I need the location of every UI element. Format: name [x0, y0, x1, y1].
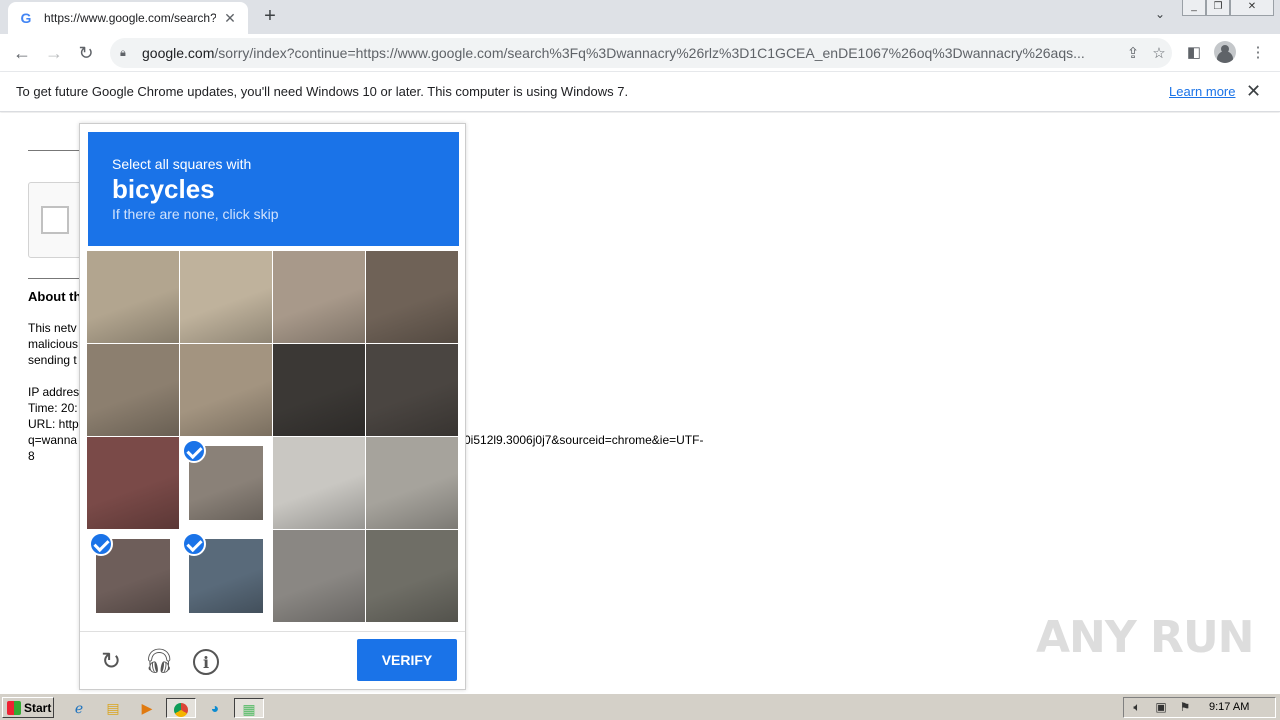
tile-image [87, 437, 179, 529]
tile-image [87, 344, 179, 436]
selected-check-icon [182, 439, 206, 463]
tile-image [87, 251, 179, 343]
tile-image [180, 251, 272, 343]
new-tab-button[interactable]: + [258, 5, 282, 29]
image-tile[interactable] [87, 251, 179, 343]
image-tile[interactable] [366, 437, 458, 529]
challenge-header: Select all squares with bicycles If ther… [88, 132, 459, 246]
url-line-end: 8 [28, 449, 35, 463]
profile-icon[interactable] [1214, 41, 1236, 63]
ip-address-line: IP addres [28, 385, 80, 399]
image-tile[interactable] [366, 251, 458, 343]
window-controls: _ ❐ ✕ [1182, 0, 1274, 16]
image-tile[interactable] [273, 251, 365, 343]
menu-icon[interactable]: ⋮ [1246, 41, 1270, 65]
audio-challenge-icon[interactable]: 🎧︎ [144, 648, 174, 676]
clock: 9:17 AM [1209, 701, 1250, 713]
challenge-footer: ↻ 🎧︎ i VERIFY [80, 631, 465, 689]
address-bar[interactable]: 🔒︎ google.com/sorry/index?continue=https… [110, 38, 1172, 68]
image-tile[interactable] [273, 437, 365, 529]
windows-flag-icon [7, 700, 21, 715]
tile-image [273, 530, 365, 622]
app-taskbar-icon[interactable]: ▦ [234, 698, 264, 718]
tile-image [366, 344, 458, 436]
image-tile[interactable] [273, 344, 365, 436]
challenge-prompt: Select all squares with [112, 156, 252, 172]
tile-image [273, 344, 365, 436]
image-tile[interactable] [87, 530, 179, 622]
image-tile[interactable] [366, 344, 458, 436]
lock-icon[interactable]: 🔒︎ [120, 47, 134, 60]
tab-strip: G https://www.google.com/search?q= ✕ + ⌄… [0, 0, 1280, 34]
star-icon[interactable]: ☆ [1146, 44, 1172, 62]
chrome-taskbar-icon[interactable] [166, 698, 196, 718]
selected-check-icon [182, 532, 206, 556]
image-tile[interactable] [87, 437, 179, 529]
minimize-icon[interactable]: _ [1182, 0, 1206, 16]
internet-explorer-icon[interactable]: ℯ [68, 698, 90, 718]
tab-search-chevron-icon[interactable]: ⌄ [1150, 7, 1170, 27]
address-url[interactable]: google.com/sorry/index?continue=https://… [142, 45, 1120, 61]
time-line: Time: 20: [28, 401, 78, 415]
image-tile[interactable] [366, 530, 458, 622]
google-favicon-icon: G [20, 10, 32, 26]
paragraph-line: sending t [28, 353, 77, 367]
tab-title: https://www.google.com/search?q= [44, 11, 216, 25]
start-button[interactable]: Start [2, 697, 54, 718]
start-label: Start [24, 700, 52, 715]
file-explorer-icon[interactable]: ▤ [102, 698, 124, 718]
url-tail: 0i512l9.3006j0j7&sourceid=chrome&ie=UTF- [464, 433, 704, 447]
share-icon[interactable]: ⇪ [1120, 44, 1146, 62]
network-icon[interactable]: ▣ [1152, 700, 1170, 716]
selected-check-icon [89, 532, 113, 556]
back-icon[interactable]: ← [10, 41, 34, 65]
tile-image [366, 530, 458, 622]
anyrun-watermark: ANY RUN [1036, 612, 1254, 663]
edge-icon[interactable]: ◕ [204, 698, 226, 718]
image-tile[interactable] [180, 344, 272, 436]
close-infobar-icon[interactable]: ✕ [1246, 81, 1261, 102]
close-window-icon[interactable]: ✕ [1230, 0, 1274, 16]
image-tile[interactable] [87, 344, 179, 436]
volume-icon[interactable]: 🔈︎ [1128, 700, 1146, 716]
browser-toolbar: ← → ↻ 🔒︎ google.com/sorry/index?continue… [0, 34, 1280, 72]
system-tray: 🔈︎ ▣ ⚑ 9:17 AM [1123, 697, 1276, 718]
tile-image [273, 437, 365, 529]
tile-image [366, 251, 458, 343]
tile-image [273, 251, 365, 343]
url-line: URL: http [28, 417, 79, 431]
media-player-icon[interactable]: ▶ [136, 698, 158, 718]
image-tile[interactable] [180, 251, 272, 343]
recaptcha-challenge: Select all squares with bicycles If ther… [79, 123, 466, 690]
reload-icon[interactable]: ↻ [74, 41, 98, 65]
tile-image [366, 437, 458, 529]
challenge-object: bicycles [112, 174, 215, 204]
reload-challenge-icon[interactable]: ↻ [97, 648, 125, 676]
query-line: q=wanna [28, 433, 78, 447]
not-robot-checkbox[interactable] [41, 206, 69, 234]
browser-tab[interactable]: G https://www.google.com/search?q= ✕ [8, 2, 248, 34]
verify-button[interactable]: VERIFY [357, 639, 457, 681]
action-center-flag-icon[interactable]: ⚑ [1176, 700, 1194, 716]
restore-icon[interactable]: ❐ [1206, 0, 1230, 16]
paragraph-line: malicious [28, 337, 79, 351]
image-tile[interactable] [273, 530, 365, 622]
infobar-message: To get future Google Chrome updates, you… [16, 84, 629, 99]
image-grid [87, 251, 459, 623]
tile-image [180, 344, 272, 436]
about-heading: About th [28, 289, 82, 304]
paragraph-line: This netv [28, 321, 77, 335]
close-tab-icon[interactable]: ✕ [222, 10, 238, 27]
learn-more-link[interactable]: Learn more [1169, 84, 1235, 99]
image-tile[interactable] [180, 530, 272, 622]
image-tile[interactable] [180, 437, 272, 529]
update-infobar: To get future Google Chrome updates, you… [0, 72, 1280, 112]
challenge-subtext: If there are none, click skip [112, 206, 279, 222]
side-panel-icon[interactable]: ◧ [1182, 41, 1206, 65]
windows-taskbar: Start ℯ ▤ ▶ ◕ ▦ 🔈︎ ▣ ⚑ 9:17 AM [0, 693, 1280, 720]
forward-icon[interactable]: → [42, 41, 66, 65]
info-icon[interactable]: i [193, 649, 219, 675]
